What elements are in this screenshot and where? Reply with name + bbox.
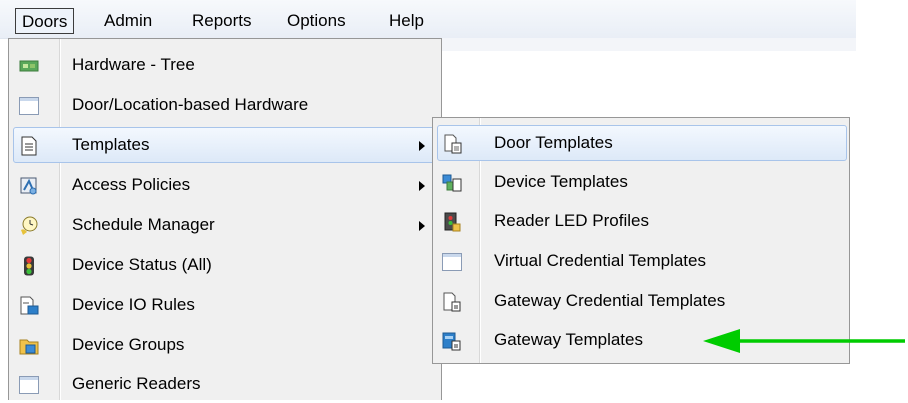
traffic-light-icon	[19, 256, 39, 276]
templates-submenu: Door Templates Device Templates Reader L…	[432, 117, 850, 364]
submenu-item-device-templates[interactable]: Device Templates	[437, 165, 847, 201]
document-icon	[442, 292, 462, 312]
menu-item-label: Door/Location-based Hardware	[72, 95, 309, 114]
submenu-item-gateway-credential-templates[interactable]: Gateway Credential Templates	[437, 284, 847, 320]
gateway-template-icon	[442, 331, 462, 351]
hardware-tree-icon	[19, 56, 39, 76]
menu-item-schedule-manager[interactable]: Schedule Manager	[13, 208, 437, 244]
access-policies-icon	[19, 176, 39, 196]
menu-item-generic-readers[interactable]: Generic Readers	[13, 367, 437, 403]
menu-item-label: Device Groups	[72, 335, 185, 354]
menu-item-label: Templates	[72, 135, 150, 154]
templates-icon	[19, 136, 39, 156]
menu-item-templates[interactable]: Templates	[13, 127, 437, 163]
menu-bar: Doors Admin Reports Options Help	[0, 0, 856, 39]
menu-reports[interactable]: Reports	[186, 8, 258, 34]
submenu-item-door-templates[interactable]: Door Templates	[437, 125, 847, 161]
submenu-arrow-icon	[419, 181, 425, 191]
menu-item-label: Device IO Rules	[72, 295, 195, 314]
menu-item-label: Hardware - Tree	[72, 55, 195, 74]
menu-help[interactable]: Help	[383, 8, 430, 34]
submenu-item-label: Gateway Credential Templates	[494, 291, 726, 310]
menu-item-hardware-tree[interactable]: Hardware - Tree	[13, 48, 437, 84]
menu-item-label: Access Policies	[72, 175, 191, 194]
toolbar-strip	[440, 38, 856, 51]
window-icon	[19, 96, 39, 116]
device-template-icon	[442, 173, 462, 193]
menu-item-label: Schedule Manager	[72, 215, 215, 234]
menu-item-door-location-hardware[interactable]: Door/Location-based Hardware	[13, 88, 437, 124]
menu-item-label: Generic Readers	[72, 374, 201, 393]
menu-item-label: Device Status (All)	[72, 255, 212, 274]
submenu-item-virtual-credential-templates[interactable]: Virtual Credential Templates	[437, 244, 847, 280]
menu-item-access-policies[interactable]: Access Policies	[13, 168, 437, 204]
submenu-item-label: Gateway Templates	[494, 330, 643, 349]
io-rules-icon	[19, 296, 39, 316]
submenu-item-reader-led-profiles[interactable]: Reader LED Profiles	[437, 204, 847, 240]
submenu-arrow-icon	[419, 221, 425, 231]
window-icon	[442, 252, 462, 272]
door-template-icon	[443, 134, 463, 154]
submenu-item-label: Device Templates	[494, 172, 628, 191]
device-groups-icon	[19, 336, 39, 356]
menu-item-device-io-rules[interactable]: Device IO Rules	[13, 288, 437, 324]
window-icon	[19, 375, 39, 395]
menu-doors[interactable]: Doors	[15, 8, 75, 34]
menu-item-device-groups[interactable]: Device Groups	[13, 328, 437, 364]
doors-menu: Hardware - Tree Door/Location-based Hard…	[8, 38, 442, 400]
submenu-item-label: Reader LED Profiles	[494, 211, 649, 230]
submenu-item-label: Door Templates	[494, 133, 613, 152]
menu-options[interactable]: Options	[281, 8, 352, 34]
clock-icon	[19, 216, 39, 236]
submenu-item-gateway-templates[interactable]: Gateway Templates	[437, 323, 847, 359]
submenu-arrow-icon	[419, 141, 425, 151]
menu-item-device-status[interactable]: Device Status (All)	[13, 248, 437, 284]
led-profile-icon	[442, 212, 462, 232]
menu-admin[interactable]: Admin	[98, 8, 158, 34]
submenu-item-label: Virtual Credential Templates	[494, 251, 706, 270]
